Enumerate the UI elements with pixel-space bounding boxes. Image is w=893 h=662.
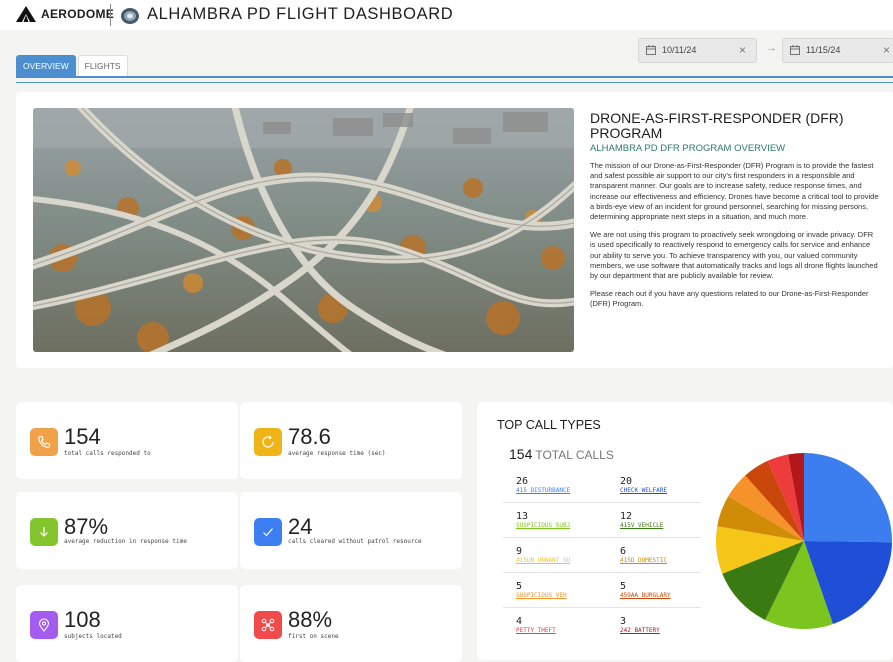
- call-type-link[interactable]: SUSPICIOUS VEH: [516, 592, 567, 600]
- stat-card-first-on-scene: 88% first on scene: [240, 585, 462, 662]
- call-type-link[interactable]: 415D DOMESTIC: [620, 557, 667, 565]
- call-type-link[interactable]: SUSPICIOUS SUBJ: [516, 522, 570, 530]
- call-type-item: 13 SUSPICIOUS SUBJ: [516, 511, 570, 530]
- date-range-arrow-icon: →: [766, 42, 777, 54]
- stat-label: first on scene: [288, 633, 339, 640]
- program-paragraph: The mission of our Drone-as-First-Respon…: [590, 161, 879, 222]
- call-count: 3: [620, 616, 627, 627]
- stat-card-reduction: 87% average reduction in response time: [16, 492, 238, 569]
- top-call-types-title: TOP CALL TYPES: [497, 418, 601, 432]
- calendar-icon: [790, 45, 800, 55]
- phone-icon: [30, 428, 58, 456]
- call-type-item: 26 415 DISTURBANCE: [516, 476, 570, 495]
- end-date-picker[interactable]: 11/15/24 ×: [782, 38, 893, 63]
- check-icon: [254, 518, 282, 546]
- stat-label: average response time (sec): [288, 450, 386, 457]
- police-badge-icon: [121, 8, 139, 24]
- clock-icon: [254, 428, 282, 456]
- call-type-link[interactable]: 242 BATTERY: [620, 627, 660, 635]
- tab-bar: OVERVIEW FLIGHTS: [16, 55, 130, 77]
- call-type-row: 26 415 DISTURBANCE 20 CHECK WELFARE: [503, 468, 701, 503]
- total-calls-label: TOTAL CALLS: [535, 448, 614, 462]
- stat-value: 87%: [64, 514, 109, 539]
- tab-underline-secondary: [16, 82, 893, 83]
- call-type-row: 9 415UN UNWANT SU 6 415D DOMESTIC: [503, 538, 701, 573]
- stat-label: total calls responded to: [64, 450, 151, 457]
- call-type-item: 5 459AA BURGLARY: [620, 581, 671, 600]
- call-count: 9: [516, 546, 523, 557]
- stat-label: average reduction in response time: [64, 538, 187, 545]
- arrow-down-icon: [30, 518, 58, 546]
- tab-flights[interactable]: FLIGHTS: [77, 55, 128, 77]
- stat-value: 24: [288, 514, 313, 539]
- call-count: 13: [516, 511, 529, 522]
- total-calls: 154 TOTAL CALLS: [509, 446, 614, 462]
- call-type-link[interactable]: PETTY THEFT: [516, 627, 556, 635]
- stat-card-subjects-located: 108 subjects located: [16, 585, 238, 662]
- stat-label: subjects located: [64, 633, 122, 640]
- calendar-icon: [646, 45, 656, 55]
- start-date-value: 10/11/24: [662, 45, 697, 55]
- call-type-link[interactable]: 415 DISTURBANCE: [516, 487, 570, 495]
- stat-value: 154: [64, 424, 101, 449]
- end-date-value: 11/15/24: [806, 45, 841, 55]
- drone-icon: [254, 611, 282, 639]
- clear-end-date-icon[interactable]: ×: [883, 43, 890, 57]
- call-type-link[interactable]: CHECK WELFARE: [620, 487, 667, 495]
- stat-value: 108: [64, 607, 101, 632]
- stat-value: 78.6: [288, 424, 331, 449]
- stat-value: 88%: [288, 607, 333, 632]
- brand-name: AERODOME: [41, 7, 115, 21]
- tab-underline: [16, 76, 893, 78]
- stat-card-cleared-calls: 24 calls cleared without patrol resource: [240, 492, 462, 569]
- stat-card-total-calls: 154 total calls responded to: [16, 402, 238, 479]
- program-description: The mission of our Drone-as-First-Respon…: [590, 161, 880, 318]
- program-paragraph: Please reach out if you have any questio…: [590, 289, 869, 309]
- call-count: 6: [620, 546, 627, 557]
- call-type-link[interactable]: 459AA BURGLARY: [620, 592, 671, 600]
- call-type-item: 20 CHECK WELFARE: [620, 476, 667, 495]
- tab-overview[interactable]: OVERVIEW: [16, 55, 76, 77]
- program-title: DRONE-AS-FIRST-RESPONDER (DFR) PROGRAM: [590, 110, 844, 141]
- call-types-pie-chart: [716, 453, 892, 629]
- header-bar: AERODOME ALHAMBRA PD FLIGHT DASHBOARD: [0, 0, 893, 30]
- page-title: ALHAMBRA PD FLIGHT DASHBOARD: [147, 5, 454, 23]
- stat-card-response-time: 78.6 average response time (sec): [240, 402, 462, 479]
- call-type-item: 6 415D DOMESTIC: [620, 546, 667, 565]
- call-type-item: 5 SUSPICIOUS VEH: [516, 581, 567, 600]
- call-type-link[interactable]: 415V VEHICLE: [620, 522, 663, 530]
- call-count: 20: [620, 476, 633, 487]
- call-count: 26: [516, 476, 529, 487]
- call-type-item: 12 415V VEHICLE: [620, 511, 663, 530]
- call-count: 12: [620, 511, 633, 522]
- call-type-link[interactable]: 415UN UNWANT SU: [516, 557, 570, 565]
- aerodome-logo-icon: [16, 6, 36, 22]
- total-calls-value: 154: [509, 446, 533, 462]
- highway-interchange-photo: [33, 108, 574, 352]
- call-type-row: 5 SUSPICIOUS VEH 5 459AA BURGLARY: [503, 573, 701, 608]
- call-count: 5: [516, 581, 523, 592]
- header-divider: [110, 4, 111, 26]
- pie-slice-415-disturbance[interactable]: [804, 453, 892, 543]
- call-type-item: 9 415UN UNWANT SU: [516, 546, 570, 565]
- call-type-row: 13 SUSPICIOUS SUBJ 12 415V VEHICLE: [503, 503, 701, 538]
- start-date-picker[interactable]: 10/11/24 ×: [638, 38, 757, 63]
- stat-label: calls cleared without patrol resource: [288, 538, 422, 545]
- call-type-list: 26 415 DISTURBANCE 20 CHECK WELFARE 13 S…: [503, 468, 701, 642]
- call-type-row: 4 PETTY THEFT 3 242 BATTERY: [503, 608, 701, 642]
- aerodome-logo[interactable]: AERODOME: [16, 6, 114, 22]
- location-pin-icon: [30, 611, 58, 639]
- call-type-item: 3 242 BATTERY: [620, 616, 660, 635]
- program-paragraph: We are not using this program to proacti…: [590, 230, 878, 281]
- clear-start-date-icon[interactable]: ×: [739, 43, 746, 57]
- program-subtitle: ALHAMBRA PD DFR PROGRAM OVERVIEW: [590, 143, 786, 154]
- call-count: 5: [620, 581, 627, 592]
- call-type-item: 4 PETTY THEFT: [516, 616, 556, 635]
- call-count: 4: [516, 616, 523, 627]
